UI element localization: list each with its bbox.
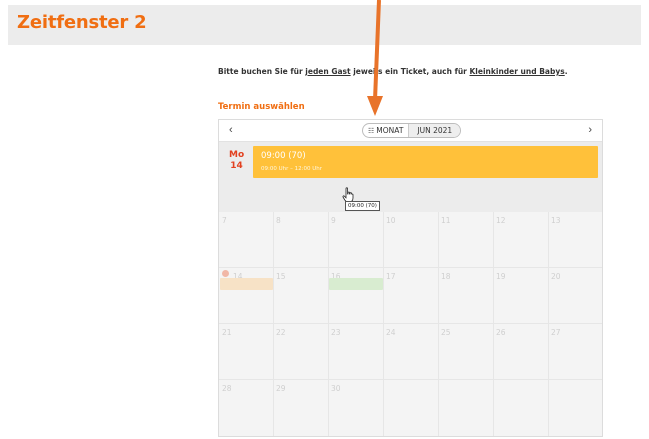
day-cell[interactable]: 27 — [551, 328, 561, 337]
day-cell[interactable]: 21 — [222, 328, 232, 337]
day-cell[interactable]: 8 — [276, 216, 281, 225]
day-cell[interactable]: 20 — [551, 272, 561, 281]
day-cell[interactable]: 22 — [276, 328, 286, 337]
day-cell[interactable]: 25 — [441, 328, 451, 337]
current-month-label[interactable]: JUN 2021 — [409, 124, 461, 137]
day-detail-panel: Mo 14 09:00 (70) 09:00 Uhr – 12:00 Uhr 0… — [219, 142, 602, 212]
day-cell[interactable]: 11 — [441, 216, 451, 225]
week-row: 28 29 30 — [219, 380, 602, 436]
page-title: Zeitfenster 2 — [17, 12, 147, 33]
grid-icon: ☷ — [368, 126, 375, 135]
day-cell[interactable]: 30 — [331, 384, 341, 393]
mini-event-orange[interactable] — [220, 278, 273, 290]
day-number: 14 — [230, 161, 243, 171]
day-cell[interactable]: 23 — [331, 328, 341, 337]
day-cell[interactable]: 24 — [386, 328, 396, 337]
mini-event-green[interactable] — [329, 278, 383, 290]
day-cell[interactable]: 17 — [386, 272, 396, 281]
day-label: Mo 14 — [229, 150, 244, 172]
day-cell[interactable]: 10 — [386, 216, 396, 225]
next-month-button[interactable]: › — [588, 124, 592, 136]
day-cell[interactable]: 12 — [496, 216, 506, 225]
day-cell[interactable]: 15 — [276, 272, 286, 281]
calendar: ‹ ☷ MONAT JUN 2021 › 7 8 9 10 11 12 13 14… — [218, 119, 603, 437]
day-cell[interactable]: 19 — [496, 272, 506, 281]
pointer-arrow-icon — [367, 0, 383, 116]
prev-month-button[interactable]: ‹ — [229, 124, 233, 136]
week-row: 7 8 9 10 11 12 13 — [219, 212, 602, 268]
day-cell[interactable]: 18 — [441, 272, 451, 281]
kleinkinder-link[interactable]: Kleinkinder und Babys — [470, 67, 565, 76]
section-heading: Termin auswählen — [218, 102, 305, 112]
week-row: 14 15 16 17 18 19 20 — [219, 268, 602, 324]
day-cell[interactable]: 13 — [551, 216, 561, 225]
event-time: 09:00 Uhr – 12:00 Uhr — [261, 166, 322, 172]
week-row: 21 22 23 24 25 26 27 — [219, 324, 602, 380]
today-marker — [222, 270, 229, 277]
day-weekday: Mo — [229, 150, 245, 160]
calendar-toolbar: ‹ ☷ MONAT JUN 2021 › — [219, 120, 602, 142]
event-title: 09:00 (70) — [261, 151, 306, 161]
view-switch: ☷ MONAT JUN 2021 — [362, 123, 462, 138]
day-cell[interactable]: 7 — [222, 216, 227, 225]
booking-info-text: Bitte buchen Sie für jeden Gast jeweils … — [218, 67, 568, 76]
day-cell[interactable]: 9 — [331, 216, 336, 225]
view-mode-button[interactable]: ☷ MONAT — [363, 124, 410, 137]
day-cell[interactable]: 26 — [496, 328, 506, 337]
jeden-gast-link[interactable]: jeden Gast — [305, 67, 350, 76]
day-cell[interactable]: 29 — [276, 384, 286, 393]
event-slot-button[interactable]: 09:00 (70) 09:00 Uhr – 12:00 Uhr — [253, 146, 598, 178]
event-tooltip: 09:00 (70) — [345, 201, 380, 211]
day-cell[interactable]: 28 — [222, 384, 232, 393]
